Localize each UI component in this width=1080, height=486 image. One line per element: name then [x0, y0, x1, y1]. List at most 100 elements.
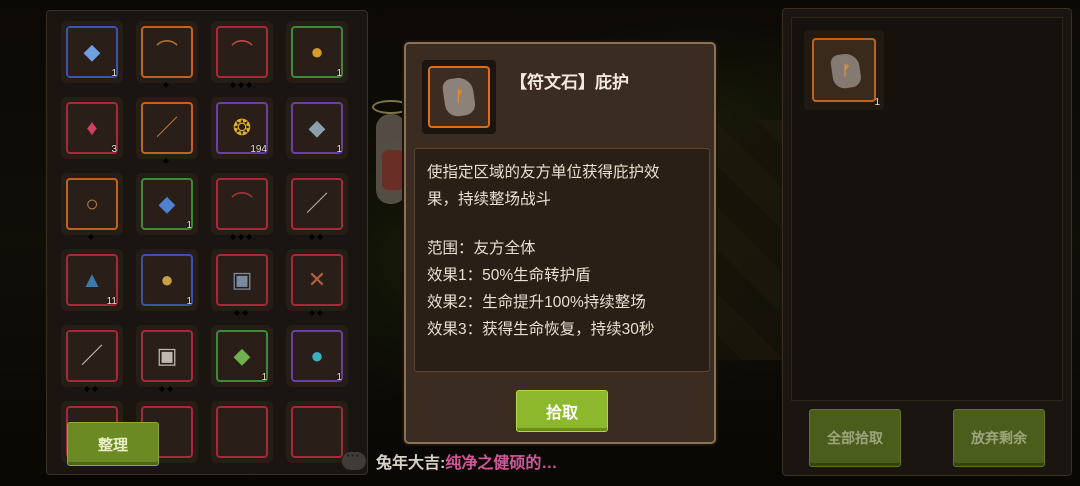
item-count: 1 — [336, 144, 342, 155]
red-bow-icon: ⌒ — [230, 39, 254, 64]
star-rank-indicator: ◆◆◆ — [229, 232, 255, 241]
inventory-slot[interactable]: ◆ 1 — [286, 97, 348, 159]
inventory-slot[interactable]: ● 1 — [286, 21, 348, 83]
description-line: 使指定区域的友方单位获得庇护效 — [427, 164, 660, 181]
inventory-slot[interactable]: ／ ◆ — [136, 97, 198, 165]
item-icon-frame: ᚠ — [422, 60, 496, 134]
inventory-slot[interactable]: ⌒ ◆ — [136, 21, 198, 89]
inventory-slot[interactable]: ● 1 — [286, 325, 348, 387]
item-count: 1 — [336, 372, 342, 383]
inventory-slot[interactable]: ◆ 1 — [61, 21, 123, 83]
slot-frame: ▣ — [141, 330, 193, 382]
inventory-slot[interactable]: ● 1 — [136, 249, 198, 311]
sword-icon: ／ — [155, 115, 179, 140]
slot-frame: ⌒ — [216, 26, 268, 78]
item-count: 1 — [186, 220, 192, 231]
item-count: 3 — [111, 144, 117, 155]
slot-frame: ○ — [66, 178, 118, 230]
effect-line: 效果2：生命提升100%持续整场 — [427, 294, 646, 311]
chat-sender: 兔年大吉: — [376, 455, 446, 472]
star-rank-indicator: ◆◆◆ — [229, 80, 255, 89]
inventory-slot[interactable]: ／ ◆◆ — [61, 325, 123, 393]
inventory-slot-partial[interactable] — [286, 401, 348, 463]
slot-frame: ／ — [66, 330, 118, 382]
star-rank-indicator: ◆ — [87, 232, 97, 241]
blade-icon: ／ — [305, 191, 329, 216]
inventory-slot[interactable]: ▣ ◆◆ — [211, 249, 273, 317]
chat-bubble-icon — [342, 447, 366, 470]
bow-icon: ⌒ — [155, 39, 179, 64]
slot-frame — [291, 406, 343, 458]
description-line: 果，持续整场战斗 — [427, 191, 552, 208]
earth-orb-icon: ● — [310, 343, 324, 368]
slot-frame: ／ — [291, 178, 343, 230]
gold-ore-icon: ● — [160, 267, 174, 292]
armor-icon: ▣ — [231, 267, 253, 292]
chat-ticker[interactable]: 兔年大吉: 纯净之健硕的… — [342, 447, 558, 474]
star-rank-indicator: ◆ — [162, 156, 172, 165]
star-rank-indicator: ◆ — [162, 80, 172, 89]
sort-button[interactable]: 整理 — [67, 422, 159, 466]
dagger-icon: ／ — [80, 343, 104, 368]
slot-frame: ⌒ — [141, 26, 193, 78]
star-rank-indicator: ◆◆ — [83, 384, 101, 393]
crystal-icon: ◆ — [308, 115, 326, 140]
inventory-slot[interactable]: ▲ 11 — [61, 249, 123, 311]
item-count: 1 — [261, 372, 267, 383]
inventory-slot[interactable]: ▣ ◆◆ — [136, 325, 198, 393]
pick-up-button[interactable]: 拾取 — [516, 390, 608, 432]
range-line: 范围：友方全体 — [427, 240, 536, 257]
star-rank-indicator: ◆◆ — [308, 308, 326, 317]
inventory-slot[interactable]: ♦ 3 — [61, 97, 123, 159]
inventory-slot[interactable]: ❂ 194 — [211, 97, 273, 159]
inventory-slot[interactable]: ◆ 1 — [136, 173, 198, 235]
inventory-slot[interactable]: ✕ ◆◆ — [286, 249, 348, 317]
item-detail-popup: ᚠ 【符文石】庇护 使指定区域的友方单位获得庇护效 果，持续整场战斗 范围：友方… — [404, 42, 716, 444]
loot-slot[interactable]: ᚠ 1 — [804, 30, 884, 110]
rune-glyph: ᚠ — [455, 88, 465, 105]
slot-frame — [216, 406, 268, 458]
effect-line: 效果1：50%生命转护盾 — [427, 267, 591, 284]
plate-armor-icon: ▣ — [156, 343, 178, 368]
inventory-slot[interactable]: ⌒ ◆◆◆ — [211, 21, 273, 89]
ring-icon: ○ — [85, 191, 99, 216]
item-count: 1 — [111, 68, 117, 79]
sapphire-icon: ◆ — [158, 191, 176, 216]
slot-frame: ／ — [141, 102, 193, 154]
item-count: 1 — [186, 296, 192, 307]
pick-all-button[interactable]: 全部拾取 — [809, 409, 901, 467]
slot-frame: ⌒ — [216, 178, 268, 230]
effect-line: 效果3：获得生命恢复，持续30秒 — [427, 321, 655, 338]
loot-panel: ᚠ 1 全部拾取 放弃剩余 — [782, 8, 1072, 476]
eye-shard-icon: ▲ — [81, 267, 103, 292]
slot-frame: ✕ — [291, 254, 343, 306]
slot-frame: ▣ — [216, 254, 268, 306]
green-rune-icon: ◆ — [233, 343, 251, 368]
star-rank-indicator: ◆◆ — [233, 308, 251, 317]
item-count: 194 — [250, 144, 267, 155]
inventory-slot[interactable]: ／ ◆◆ — [286, 173, 348, 241]
item-description: 使指定区域的友方单位获得庇护效 果，持续整场战斗 范围：友方全体 效果1：50%… — [414, 148, 710, 372]
inventory-slot[interactable]: ⌒ ◆◆◆ — [211, 173, 273, 241]
crossbow-icon: ✕ — [307, 267, 327, 292]
inventory-slot[interactable]: ◆ 1 — [211, 325, 273, 387]
potion-icon: ♦ — [86, 115, 98, 140]
item-title: 【符文石】庇护 — [510, 73, 629, 92]
chat-message: 纯净之健硕的… — [445, 455, 558, 472]
inventory-panel: ◆ 1 ⌒ ◆ ⌒ ◆◆◆ ● 1 ♦ 3 ／ ◆ ❂ 194 ◆ 1 ○ ◆ ◆ 1 ⌒ ◆◆◆ ／ ◆◆ ▲ 11 ● 1 ▣ ◆◆ ✕… — [46, 10, 368, 475]
popup-header: ᚠ 【符文石】庇护 — [406, 44, 714, 144]
star-rank-indicator: ◆◆ — [308, 232, 326, 241]
discard-rest-button[interactable]: 放弃剩余 — [953, 409, 1045, 467]
item-count: 1 — [874, 97, 880, 108]
inventory-slot-partial[interactable] — [211, 401, 273, 463]
star-rank-indicator: ◆◆ — [158, 384, 176, 393]
inventory-slot[interactable]: ○ ◆ — [61, 173, 123, 241]
gold-coin-icon: ❂ — [232, 115, 252, 140]
loot-list: ᚠ 1 — [791, 17, 1063, 401]
blue-gem-icon: ◆ — [83, 39, 101, 64]
item-count: 11 — [106, 296, 117, 307]
locked-bow-icon: ⌒ — [230, 191, 254, 216]
rune-stone-icon: ᚠ — [812, 38, 876, 102]
amber-drop-icon: ● — [310, 39, 324, 64]
rune-glyph: ᚠ — [842, 62, 851, 78]
